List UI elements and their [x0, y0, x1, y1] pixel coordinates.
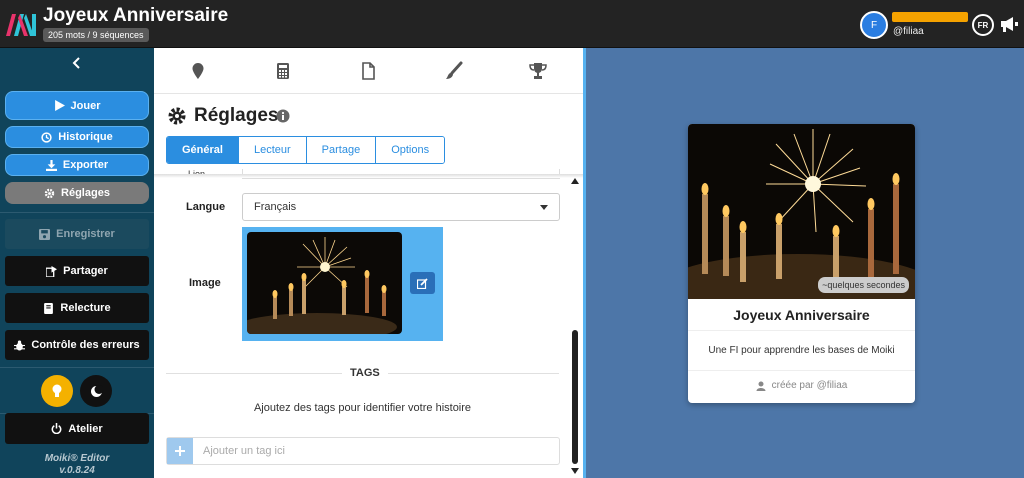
add-tag-button[interactable]: [167, 438, 193, 464]
edit-icon: [417, 277, 428, 289]
card-author: créée par @filiaa: [688, 380, 915, 391]
gear-icon: [168, 107, 186, 125]
error-check-button[interactable]: Contrôle des erreurs: [5, 330, 149, 360]
card-divider: [688, 330, 915, 331]
info-icon[interactable]: [276, 109, 290, 123]
calculator-icon[interactable]: [273, 61, 293, 81]
play-button[interactable]: Jouer: [5, 91, 149, 120]
share-button[interactable]: Partager: [5, 256, 149, 286]
power-icon: [51, 423, 62, 434]
scroll-thumb[interactable]: [572, 330, 578, 464]
bug-icon: [14, 340, 26, 350]
story-title: Joyeux Anniversaire: [43, 5, 229, 26]
cover-image-thumbnail: [247, 232, 402, 334]
moiki-logo-icon[interactable]: [6, 10, 38, 38]
settings-subtabs: Général Lecteur Partage Options: [166, 136, 446, 164]
trophy-icon[interactable]: [528, 61, 548, 81]
tags-hint: Ajoutez des tags pour identifier votre h…: [253, 402, 472, 414]
scrollbar[interactable]: [570, 178, 580, 478]
map-marker-icon[interactable]: [188, 61, 208, 81]
workshop-button[interactable]: Atelier: [5, 413, 149, 444]
image-picker: [242, 227, 443, 341]
username[interactable]: @filiaa: [893, 26, 924, 37]
reading-time-badge: ~quelques secondes: [818, 277, 909, 293]
header-shadow: [154, 174, 583, 178]
review-button[interactable]: Relecture: [5, 293, 149, 323]
gear-icon: [44, 188, 55, 198]
save-icon: [39, 228, 51, 240]
sidebar-divider: [0, 367, 154, 368]
sidebar: Jouer Historique Exporter Réglages Enreg…: [0, 48, 154, 478]
tag-input[interactable]: [193, 438, 559, 464]
word-count-badge: 205 mots / 9 séquences: [43, 28, 149, 42]
paintbrush-icon[interactable]: [444, 61, 464, 81]
book-icon: [44, 302, 54, 314]
tags-title: TAGS: [342, 367, 388, 379]
top-bar: Joyeux Anniversaire 205 mots / 9 séquenc…: [0, 0, 1024, 48]
card-description: Une FI pour apprendre les bases de Moiki: [708, 345, 895, 356]
light-theme-button[interactable]: [41, 375, 73, 407]
language-label: Langue: [186, 201, 226, 213]
export-button[interactable]: Exporter: [5, 154, 149, 176]
user-name-redacted: [892, 12, 968, 22]
history-icon: [41, 131, 52, 143]
tab-share[interactable]: Partage: [306, 137, 377, 163]
play-icon: [54, 100, 65, 111]
image-label: Image: [189, 277, 221, 289]
story-card[interactable]: ~quelques secondes Joyeux Anniversaire U…: [688, 124, 915, 403]
moon-icon: [90, 384, 103, 397]
preview-area: ~quelques secondes Joyeux Anniversaire U…: [586, 48, 1024, 478]
scroll-up-arrow[interactable]: [571, 178, 579, 184]
card-divider: [688, 370, 915, 371]
edit-image-button[interactable]: [410, 272, 435, 294]
editor-icon-tabs: [154, 48, 583, 94]
user-icon: [756, 381, 766, 391]
language-switch-button[interactable]: FR: [972, 14, 994, 36]
tag-input-group: [166, 437, 560, 465]
dark-theme-button[interactable]: [80, 375, 112, 407]
download-icon: [45, 159, 57, 171]
language-select[interactable]: Français: [242, 193, 560, 221]
settings-button[interactable]: Réglages: [5, 182, 149, 204]
megaphone-icon[interactable]: [999, 14, 1019, 34]
card-title: Joyeux Anniversaire: [733, 307, 870, 323]
caret-down-icon: [540, 204, 548, 210]
page-title: Réglages: [167, 105, 278, 127]
sidebar-divider: [0, 212, 154, 213]
settings-panel: Réglages Général Lecteur Partage Options…: [154, 48, 583, 478]
history-button[interactable]: Historique: [5, 126, 149, 148]
tab-options[interactable]: Options: [376, 137, 445, 163]
tab-reader[interactable]: Lecteur: [238, 137, 307, 163]
sparkler-candles-image: [247, 232, 402, 334]
file-icon[interactable]: [358, 61, 378, 81]
editor-name: Moiki® Editor: [44, 453, 110, 464]
tab-general[interactable]: Général: [167, 137, 239, 163]
user-avatar[interactable]: F: [860, 11, 888, 39]
chevron-left-icon[interactable]: [70, 56, 84, 70]
lightbulb-icon: [52, 384, 62, 397]
scroll-down-arrow[interactable]: [571, 468, 579, 474]
editor-version: v.0.8.24: [59, 465, 95, 476]
save-button[interactable]: Enregistrer: [5, 219, 149, 249]
card-cover-image: [688, 124, 915, 299]
plus-icon: [175, 446, 185, 456]
share-icon: [46, 265, 58, 277]
